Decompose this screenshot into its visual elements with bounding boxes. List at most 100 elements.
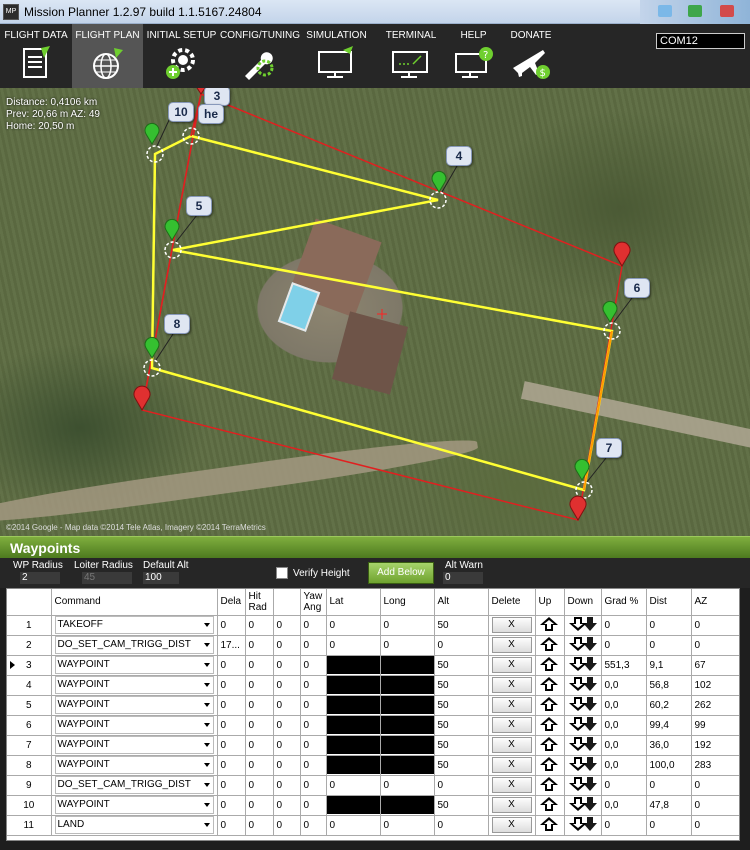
table-row[interactable]: 8 WAYPOINT 0 0 0 0 50 X 0,0 100,0 283 <box>7 755 739 776</box>
command-cell[interactable]: WAYPOINT <box>51 655 218 676</box>
param3-cell[interactable]: 0 <box>273 635 301 656</box>
command-cell[interactable]: WAYPOINT <box>51 755 218 776</box>
delay-cell[interactable]: 0 <box>217 755 246 776</box>
waypoint-label[interactable]: 7 <box>596 438 622 458</box>
yaw-ang-cell[interactable]: 0 <box>300 615 327 636</box>
com-port-select[interactable]: COM12 <box>656 33 745 49</box>
down-cell[interactable] <box>564 795 602 816</box>
delete-button[interactable]: X <box>491 617 532 633</box>
down-cell[interactable] <box>564 655 602 676</box>
alt-cell[interactable]: 50 <box>434 615 489 636</box>
delete-button[interactable]: X <box>491 657 532 673</box>
delete-cell[interactable]: X <box>488 795 536 816</box>
delay-cell[interactable]: 0 <box>217 695 246 716</box>
waypoint-label[interactable]: he <box>198 104 225 124</box>
waypoint-grid[interactable]: Command Dela Hit Rad Yaw Ang Lat Long Alt Delet… <box>6 588 740 841</box>
delete-button[interactable]: X <box>491 717 532 733</box>
delete-button[interactable]: X <box>491 677 532 693</box>
column-header[interactable]: Grad % <box>601 589 647 616</box>
arrow-up-icon[interactable] <box>539 776 561 795</box>
arrow-down-icon[interactable] <box>568 816 598 835</box>
lat-cell[interactable] <box>326 655 381 676</box>
column-header[interactable]: Up <box>535 589 565 616</box>
command-cell[interactable]: WAYPOINT <box>51 795 218 816</box>
command-cell[interactable]: TAKEOFF <box>51 615 218 636</box>
command-cell[interactable]: WAYPOINT <box>51 695 218 716</box>
long-cell[interactable] <box>380 675 435 696</box>
command-select[interactable]: WAYPOINT <box>54 736 214 754</box>
arrow-up-icon[interactable] <box>539 616 561 635</box>
alt-cell[interactable]: 50 <box>434 715 489 736</box>
row-number[interactable]: 3 <box>7 655 52 676</box>
table-row[interactable]: 7 WAYPOINT 0 0 0 0 50 X 0,0 36,0 192 <box>7 735 739 756</box>
command-select[interactable]: WAYPOINT <box>54 716 214 734</box>
table-row[interactable]: 2 DO_SET_CAM_TRIGG_DIST 17... 0 0 0 0 0 0 X 0 0 0 <box>7 635 739 656</box>
wp-radius-input[interactable]: 2 <box>20 572 60 584</box>
lat-cell[interactable] <box>326 735 381 756</box>
alt-warn-input[interactable]: 0 <box>443 572 483 584</box>
delay-cell[interactable]: 0 <box>217 775 246 796</box>
maximize-icon[interactable] <box>688 5 702 17</box>
param3-cell[interactable]: 0 <box>273 775 301 796</box>
column-header[interactable]: Delete <box>488 589 536 616</box>
hit-rad-cell[interactable]: 0 <box>245 655 274 676</box>
up-cell[interactable] <box>535 655 565 676</box>
up-cell[interactable] <box>535 715 565 736</box>
default-alt-input[interactable]: 100 <box>143 572 179 584</box>
row-number[interactable]: 2 <box>7 635 52 656</box>
arrow-down-icon[interactable] <box>568 616 598 635</box>
down-cell[interactable] <box>564 735 602 756</box>
delete-button[interactable]: X <box>491 637 532 653</box>
param3-cell[interactable]: 0 <box>273 675 301 696</box>
column-header[interactable]: AZ <box>691 589 739 616</box>
lat-cell[interactable] <box>326 675 381 696</box>
row-number[interactable]: 8 <box>7 755 52 776</box>
hit-rad-cell[interactable]: 0 <box>245 615 274 636</box>
down-cell[interactable] <box>564 635 602 656</box>
arrow-up-icon[interactable] <box>539 716 561 735</box>
command-select[interactable]: DO_SET_CAM_TRIGG_DIST <box>54 636 214 654</box>
lat-cell[interactable] <box>326 755 381 776</box>
arrow-up-icon[interactable] <box>539 676 561 695</box>
column-header[interactable]: Dist <box>646 589 692 616</box>
hit-rad-cell[interactable]: 0 <box>245 795 274 816</box>
column-header[interactable]: Hit Rad <box>245 589 274 616</box>
hit-rad-cell[interactable]: 0 <box>245 675 274 696</box>
command-cell[interactable]: WAYPOINT <box>51 735 218 756</box>
command-select[interactable]: WAYPOINT <box>54 676 214 694</box>
arrow-down-icon[interactable] <box>568 696 598 715</box>
long-cell[interactable] <box>380 655 435 676</box>
long-cell[interactable]: 0 <box>380 615 435 636</box>
down-cell[interactable] <box>564 755 602 776</box>
up-cell[interactable] <box>535 795 565 816</box>
param3-cell[interactable]: 0 <box>273 655 301 676</box>
param3-cell[interactable]: 0 <box>273 695 301 716</box>
command-select[interactable]: LAND <box>54 816 214 834</box>
row-number[interactable]: 9 <box>7 775 52 796</box>
toolbar-flight-databutton[interactable]: FLIGHT DATA <box>0 24 72 88</box>
row-number[interactable]: 1 <box>7 615 52 636</box>
alt-cell[interactable]: 0 <box>434 815 489 836</box>
column-header[interactable]: Dela <box>217 589 246 616</box>
arrow-down-icon[interactable] <box>568 716 598 735</box>
up-cell[interactable] <box>535 675 565 696</box>
table-row[interactable]: 9 DO_SET_CAM_TRIGG_DIST 0 0 0 0 0 0 0 X 0 0 0 <box>7 775 739 796</box>
arrow-down-icon[interactable] <box>568 796 598 815</box>
down-cell[interactable] <box>564 775 602 796</box>
up-cell[interactable] <box>535 695 565 716</box>
column-header[interactable]: Alt <box>434 589 489 616</box>
column-header[interactable] <box>7 589 52 616</box>
long-cell[interactable]: 0 <box>380 635 435 656</box>
alt-cell[interactable]: 50 <box>434 755 489 776</box>
toolbar-terminalbutton[interactable]: TERMINAL <box>375 24 447 88</box>
column-header[interactable] <box>273 589 301 616</box>
waypoint-label[interactable]: 8 <box>164 314 190 334</box>
down-cell[interactable] <box>564 715 602 736</box>
toolbar-initial-setupbutton[interactable]: INITIAL SETUP <box>143 24 220 88</box>
alt-cell[interactable]: 50 <box>434 795 489 816</box>
delete-cell[interactable]: X <box>488 655 536 676</box>
delay-cell[interactable]: 0 <box>217 655 246 676</box>
table-row[interactable]: 3 WAYPOINT 0 0 0 0 50 X 551,3 9,1 67 <box>7 655 739 676</box>
row-number[interactable]: 4 <box>7 675 52 696</box>
delay-cell[interactable]: 0 <box>217 615 246 636</box>
